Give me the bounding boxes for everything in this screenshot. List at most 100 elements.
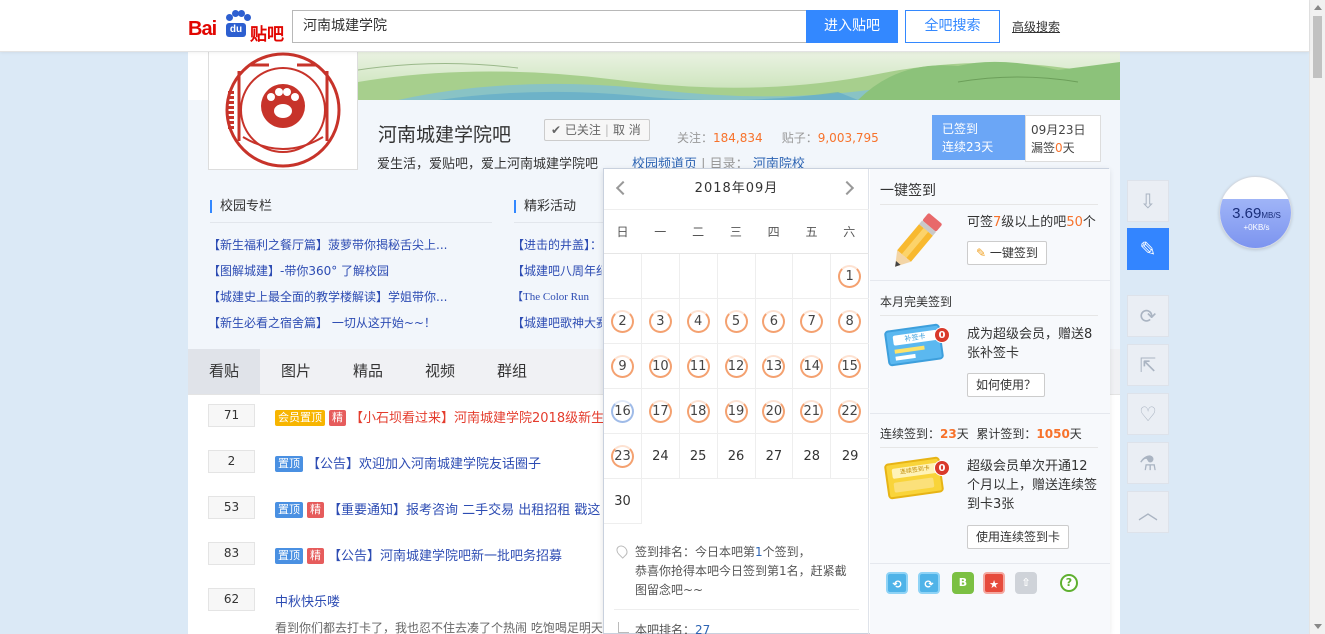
app-icon-two[interactable]: ⟳ xyxy=(918,572,940,594)
calendar-day-8[interactable]: 8 xyxy=(831,299,870,344)
calendar-day-22[interactable]: 22 xyxy=(831,389,870,434)
scrollbar-thumb[interactable] xyxy=(1313,16,1322,78)
advanced-search-link[interactable]: 高级搜索 xyxy=(1012,18,1060,35)
campus-column-item[interactable]: 【图解城建】-带你360° 了解校园 xyxy=(208,258,498,284)
tab-groups[interactable]: 群组 xyxy=(476,349,548,394)
app-icon-star[interactable]: ★ xyxy=(983,572,1005,594)
app-icon-upgrade[interactable]: ⇧ xyxy=(1015,572,1037,594)
reply-count: 62 xyxy=(208,588,255,611)
calendar-day-11[interactable]: 11 xyxy=(679,344,718,389)
network-speed-widget[interactable]: 3.69MB/S +0KB/s xyxy=(1219,176,1292,249)
calendar-day-21[interactable]: 21 xyxy=(793,389,832,434)
one-click-signin-section: 一键签到 可签7级以上的吧50个 ✎ 一键签到 xyxy=(870,169,1110,281)
calendar-day-4[interactable]: 4 xyxy=(679,299,718,344)
calendar-day-14[interactable]: 14 xyxy=(793,344,832,389)
forum-stats: 关注：184,834 贴子：9,003,795 xyxy=(677,129,879,146)
page-scrollbar[interactable] xyxy=(1309,0,1325,634)
follow-button[interactable]: ✔ 已关注 | 取 消 xyxy=(544,119,650,141)
calendar-day-30[interactable]: 30 xyxy=(604,479,642,524)
search-input[interactable]: 河南城建学院 xyxy=(292,10,806,43)
tab-videos[interactable]: 视频 xyxy=(404,349,476,394)
campus-column-item[interactable]: 【新生福利之餐厅篇】菠萝带你揭秘舌尖上... xyxy=(208,232,498,258)
calendar-day-20[interactable]: 20 xyxy=(755,389,794,434)
unfollow-link[interactable]: 取 消 xyxy=(613,123,641,137)
favorite-heart-icon[interactable]: ♡ xyxy=(1127,393,1169,435)
post-count-label: 贴子： xyxy=(781,131,818,145)
thread-title-line: 置顶精【重要通知】报考咨询 二手交易 出租招租 戳这 xyxy=(275,499,605,518)
back-to-top-icon[interactable]: ︿ xyxy=(1127,491,1169,533)
weekday-label: 日 xyxy=(616,225,629,239)
weekday-label: 四 xyxy=(767,225,780,239)
calendar-day-3[interactable]: 3 xyxy=(641,299,680,344)
speed-number: 3.69 xyxy=(1232,205,1262,222)
calendar-day-9[interactable]: 9 xyxy=(604,344,642,389)
activity-item[interactable]: 【The Color Run xyxy=(512,284,602,310)
calendar-day-26[interactable]: 26 xyxy=(717,434,756,479)
upload-speed: +0KB/s xyxy=(1243,223,1270,232)
thread-title[interactable]: 【公告】欢迎加入河南城建学院友话圈子 xyxy=(307,457,541,472)
thread-title[interactable]: 【小石坝看过来】河南城建学院2018级新生 xyxy=(350,411,604,426)
one-click-desc-1: 可签 xyxy=(967,215,994,230)
calendar-day-5[interactable]: 5 xyxy=(717,299,756,344)
calendar-day-29[interactable]: 29 xyxy=(831,434,870,479)
scroll-up-arrow-icon[interactable] xyxy=(1314,5,1322,10)
signed-status: 已签到 xyxy=(942,122,979,136)
calendar-day-17[interactable]: 17 xyxy=(641,389,680,434)
calendar-day-27[interactable]: 27 xyxy=(755,434,794,479)
use-streak-card-button[interactable]: 使用连续签到卡 xyxy=(967,525,1070,549)
signed-day-ring: 15 xyxy=(838,355,862,378)
refresh-icon[interactable]: ⟳ xyxy=(1127,295,1169,337)
calendar-day-16[interactable]: 16 xyxy=(604,389,642,434)
tieba-logo[interactable]: Bai du 贴吧 xyxy=(188,10,288,45)
scroll-down-arrow-icon[interactable] xyxy=(1314,624,1322,629)
download-app-icon[interactable]: ⇩ xyxy=(1127,180,1169,222)
signed-day-ring: 12 xyxy=(724,355,748,378)
calendar-day-24[interactable]: 24 xyxy=(641,434,680,479)
calendar-day-1[interactable]: 1 xyxy=(831,254,870,299)
rank-text-2: 个签到， xyxy=(762,545,811,559)
calendar-day-23[interactable]: 23 xyxy=(604,434,642,479)
activity-item[interactable]: 【城建吧歌神大赛 xyxy=(512,310,602,336)
forum-rank-value[interactable]: 27 xyxy=(695,623,710,634)
tab-images[interactable]: 图片 xyxy=(260,349,332,394)
how-to-use-button[interactable]: 如何使用？ xyxy=(967,373,1046,397)
calendar-day-10[interactable]: 10 xyxy=(641,344,680,389)
campus-column-item[interactable]: 【新生必看之宿舍篇】 一切从这开始~~！ xyxy=(208,310,498,336)
forum-title[interactable]: 河南城建学院吧 xyxy=(378,120,511,147)
calendar-day-19[interactable]: 19 xyxy=(717,389,756,434)
calendar-day-2[interactable]: 2 xyxy=(604,299,642,344)
app-icon-b[interactable]: B xyxy=(952,572,974,594)
calendar-day-15[interactable]: 15 xyxy=(831,344,870,389)
tab-featured[interactable]: 精品 xyxy=(332,349,404,394)
calendar-day-13[interactable]: 13 xyxy=(755,344,794,389)
post-count: 9,003,795 xyxy=(817,131,879,145)
calendar-day-6[interactable]: 6 xyxy=(755,299,794,344)
app-icon-one[interactable]: ⟲ xyxy=(886,572,908,594)
signed-in-button[interactable]: 已签到 连续23天 xyxy=(932,115,1025,160)
calendar-day-25[interactable]: 25 xyxy=(679,434,718,479)
enter-tieba-button[interactable]: 进入贴吧 xyxy=(806,10,898,43)
thread-title[interactable]: 【重要通知】报考咨询 二手交易 出租招租 戳这 xyxy=(328,503,600,518)
calendar-day-18[interactable]: 18 xyxy=(679,389,718,434)
tab-posts[interactable]: 看贴 xyxy=(188,349,260,394)
share-icon[interactable]: ⇱ xyxy=(1127,344,1169,386)
activity-item[interactable]: 【城建吧八周年纪 xyxy=(512,258,602,284)
calendar-day-28[interactable]: 28 xyxy=(793,434,832,479)
missed-count: 0 xyxy=(1055,141,1063,155)
thread-title[interactable]: 中秋快乐喽 xyxy=(275,595,340,610)
forum-avatar[interactable] xyxy=(208,50,358,170)
calendar-day-7[interactable]: 7 xyxy=(793,299,832,344)
post-edit-icon[interactable]: ✎ xyxy=(1127,228,1169,270)
thread-title[interactable]: 【公告】河南城建学院吧新一批吧务招募 xyxy=(328,549,562,564)
thread-tag: 精 xyxy=(307,548,324,564)
help-icon[interactable]: ? xyxy=(1060,574,1078,592)
lab-flask-icon[interactable]: ⚗ xyxy=(1127,442,1169,484)
signin-calendar: 2018年09月 日一二三四五六 1 2 3 4 5 6 7 8 9 10 11 12 13 14 15 16… xyxy=(604,169,870,634)
activity-item[interactable]: 【进击的井盖】： xyxy=(512,232,602,258)
app-icon-row: ⟲ ⟳ B ★ ⇧ ? xyxy=(870,564,1110,604)
calendar-day-12[interactable]: 12 xyxy=(717,344,756,389)
all-search-button[interactable]: 全吧搜索 xyxy=(905,10,1000,43)
campus-column-item[interactable]: 【城建史上最全面的教学楼解读】学姐带你... xyxy=(208,284,498,310)
bar-chart-icon xyxy=(618,622,629,633)
one-click-signin-button[interactable]: ✎ 一键签到 xyxy=(967,241,1047,265)
